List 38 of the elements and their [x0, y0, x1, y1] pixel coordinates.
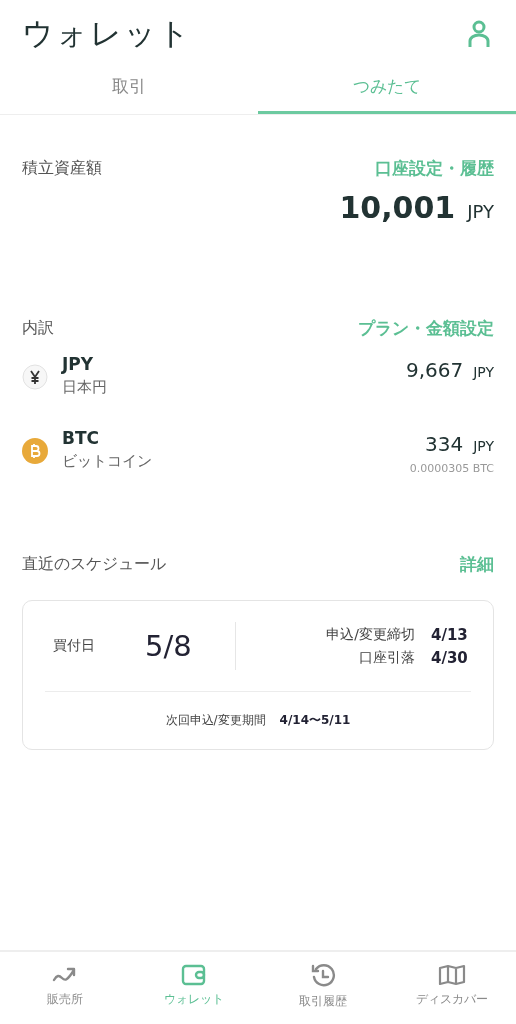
details-link[interactable]: 詳細 [460, 553, 494, 576]
section-label: 内訳 [22, 318, 54, 339]
next-period-dates: 4/14〜5/11 [279, 712, 351, 729]
asset-name: ビットコイン [62, 452, 152, 471]
total-amount: 10,001 [339, 190, 456, 225]
schedule-date: 4/30 [431, 648, 469, 667]
nav-item[interactable]: ウォレット [129, 952, 258, 1024]
crypto-amount: 0.0000305 BTC [409, 462, 494, 475]
currency-unit: JPY [473, 364, 494, 380]
tab[interactable]: 取引 [0, 62, 258, 114]
buy-date-label: 買付日 [53, 637, 96, 655]
bitcoin-coin-icon [22, 438, 48, 464]
asset-symbol: BTC [62, 428, 101, 448]
settings-link[interactable]: 口座設定・履歴 [375, 157, 494, 180]
section-label: 直近のスケジュール [22, 554, 166, 575]
schedule-label: 口座引落 [359, 648, 415, 667]
nav-item[interactable]: 取引履歴 [258, 952, 387, 1024]
next-period-label: 次回申込/変更期間 [165, 712, 266, 729]
map-icon [437, 964, 466, 986]
schedule-date: 4/13 [431, 625, 469, 644]
tab[interactable]: つみたて [258, 62, 516, 114]
schedule-label: 申込/変更締切 [326, 625, 415, 644]
yen-coin-icon [22, 364, 48, 390]
wallet-icon [180, 964, 207, 986]
nav-item[interactable]: 販売所 [0, 952, 129, 1024]
user-icon[interactable] [468, 20, 490, 48]
asset-symbol: JPY [62, 354, 95, 374]
asset-amount: 9,667 [405, 358, 464, 382]
nav-item[interactable]: ディスカバー [387, 952, 516, 1024]
page-title: ウォレット [22, 14, 192, 53]
section-label: 積立資産額 [22, 158, 102, 179]
history-icon [309, 964, 336, 988]
buy-date: 5/8 [145, 629, 193, 663]
asset-name: 日本円 [62, 378, 107, 397]
plan-link[interactable]: プラン・金額設定 [358, 317, 494, 340]
currency-unit: JPY [473, 438, 494, 454]
currency-unit: JPY [467, 201, 494, 222]
asset-amount: 334 [425, 432, 464, 456]
